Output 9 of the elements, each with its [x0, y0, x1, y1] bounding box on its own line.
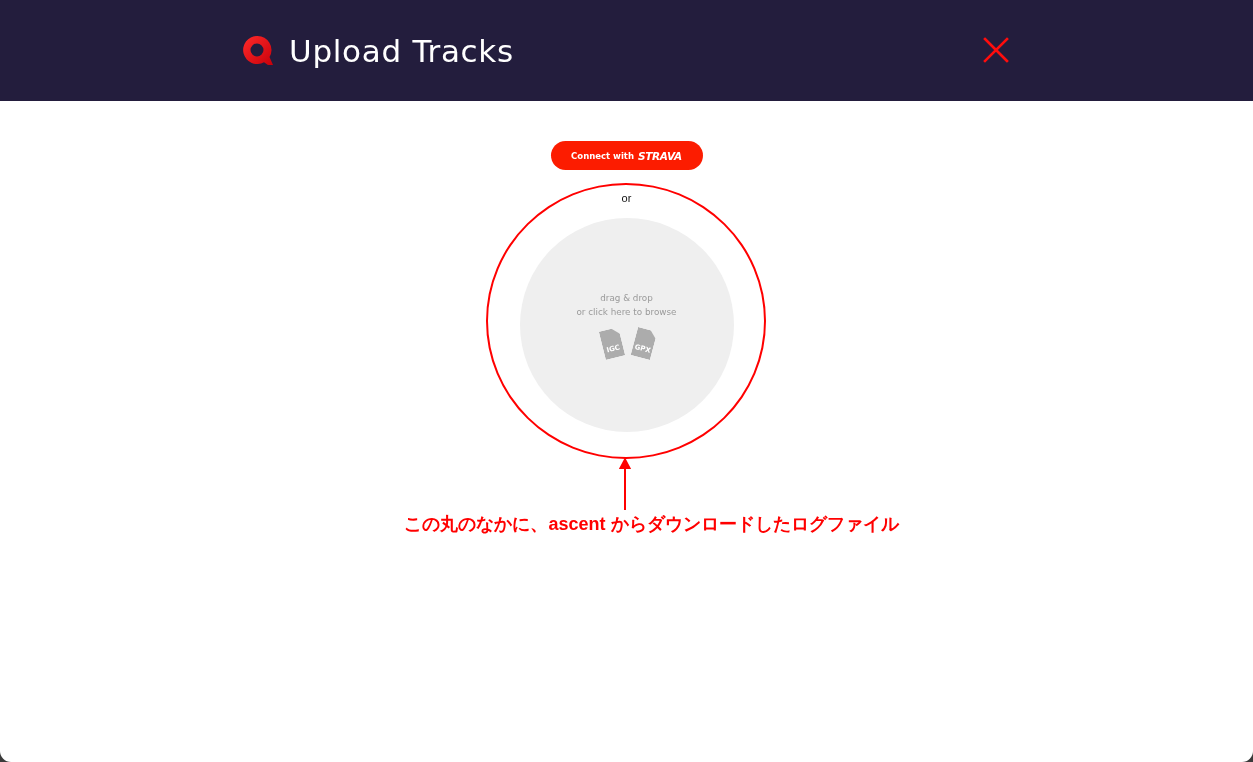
logo-icon: [242, 35, 273, 66]
annotation-text: この丸のなかに、ascent からダウンロードしたログファイル: [404, 513, 899, 535]
separator-text: or: [621, 191, 632, 205]
connect-strava-button[interactable]: Connect with STRAVA: [550, 141, 703, 170]
drop-hint-text: drag & drop: [600, 292, 653, 305]
annotation-arrow: [619, 458, 631, 512]
drop-hint-text: or click here to browse: [576, 306, 677, 319]
window-title: Upload Tracks: [289, 31, 514, 70]
close-icon[interactable]: [983, 36, 1009, 63]
